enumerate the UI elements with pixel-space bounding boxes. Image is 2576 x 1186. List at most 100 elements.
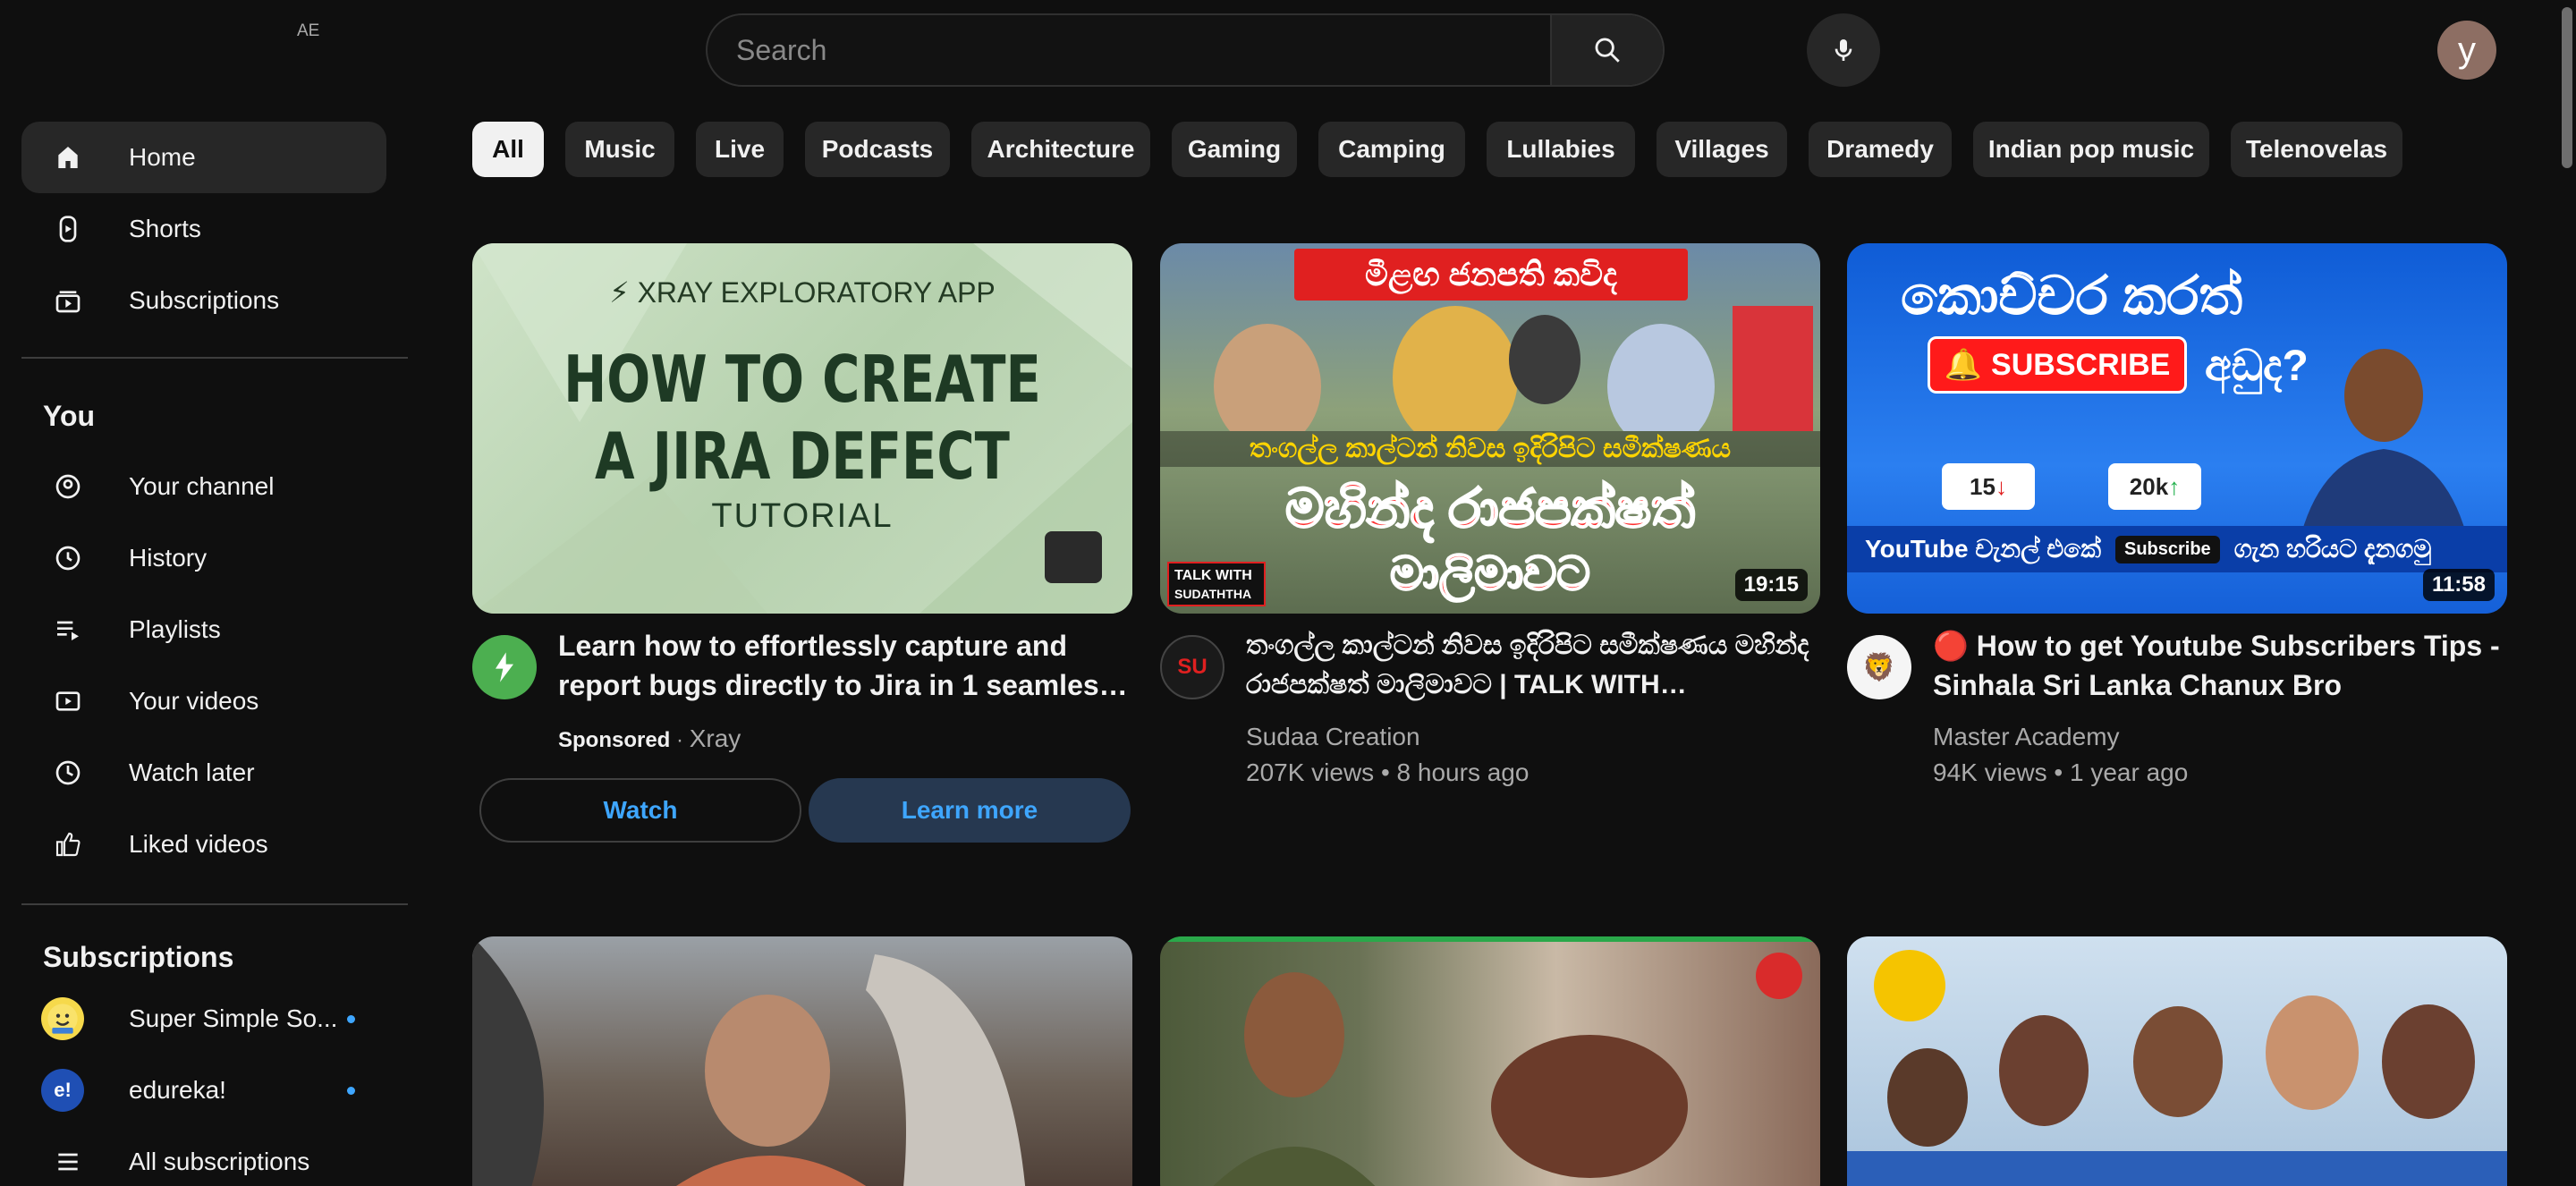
chip-architecture[interactable]: Architecture — [971, 122, 1150, 177]
channel-avatar[interactable]: SU — [1160, 635, 1224, 699]
sidebar-item-label: Playlists — [129, 615, 221, 643]
ad-overlay-icon — [1045, 531, 1102, 583]
video-thumbnail[interactable] — [1160, 936, 1820, 1186]
video-card[interactable]: මීළඟ ජනපති කවිද තංගල්ල කාල්ටන් නිවස ඉදිර… — [1160, 243, 1820, 798]
account-avatar-button[interactable]: y — [2437, 21, 2496, 80]
sidebar-item-liked-videos[interactable]: Liked videos — [21, 809, 386, 880]
subs-count: 15 — [1970, 472, 1996, 500]
sidebar-item-history[interactable]: History — [21, 522, 386, 594]
video-title[interactable]: තංගල්ල කාල්ටන් නිවස ඉදිරිපිට සමීක්ෂණය මහ… — [1246, 626, 1818, 705]
sidebar-item-all-subscriptions[interactable]: All subscriptions — [21, 1126, 386, 1186]
video-card-ad[interactable]: ⚡ XRAY EXPLORATORY APP HOW TO CREATE A J… — [472, 243, 1132, 851]
video-thumbnail[interactable] — [472, 936, 1132, 1186]
channel-avatar[interactable]: 🦁 — [1847, 635, 1911, 699]
sidebar-item-home[interactable]: Home — [21, 122, 386, 193]
sudaa-logo-icon: SU — [1177, 655, 1208, 679]
thumbnail-people-scene — [1214, 306, 1813, 431]
search-button[interactable] — [1550, 15, 1663, 85]
sidebar-divider — [21, 357, 408, 359]
talk-with-badge: TALK WITH SUDATHTHA — [1167, 562, 1266, 606]
thumbnail-headline: කොච්චර කරත් — [1901, 266, 2243, 326]
video-thumbnail[interactable]: මීළඟ ජනපති කවිද තංගල්ල කාල්ටන් නිවස ඉදිර… — [1160, 243, 1820, 614]
subscribe-graphic-text: SUBSCRIBE — [1991, 347, 2171, 382]
chip-camping[interactable]: Camping — [1318, 122, 1465, 177]
chip-lullabies[interactable]: Lullabies — [1487, 122, 1635, 177]
search-input[interactable] — [708, 15, 1550, 85]
country-code: AE — [297, 21, 320, 40]
lion-logo-icon: 🦁 — [1862, 652, 1896, 682]
sidebar-item-your-channel[interactable]: Your channel — [21, 451, 386, 522]
video-card[interactable]: කොච්චර කරත් 🔔 SUBSCRIBE අඩුද? 15 ↓ 20k ↑ Yo… — [1847, 243, 2507, 798]
playlists-icon — [57, 621, 79, 640]
voice-search-button[interactable] — [1807, 13, 1880, 87]
sidebar-item-label: Super Simple So... — [129, 1004, 338, 1032]
thumbnail-banner: මීළඟ ජනපති කවිද — [1294, 249, 1688, 301]
channel-name[interactable]: Sudaa Creation — [1246, 723, 1420, 751]
sidebar-item-shorts[interactable]: Shorts — [21, 193, 386, 265]
guide-sidebar: Home Shorts Subscriptions You Your chann… — [0, 100, 410, 1186]
sidebar-item-watch-later[interactable]: Watch later — [21, 737, 386, 809]
learn-more-button[interactable]: Learn more — [809, 778, 1131, 843]
sidebar-item-playlists[interactable]: Playlists — [21, 594, 386, 665]
search-icon — [1595, 38, 1620, 63]
chip-all[interactable]: All — [472, 122, 544, 177]
history-icon — [55, 546, 80, 571]
banner-text: ගැන හරියට දැනගමු — [2233, 534, 2432, 563]
chip-villages[interactable]: Villages — [1657, 122, 1787, 177]
thumbnail-brand: ⚡ XRAY EXPLORATORY APP — [609, 276, 996, 309]
chip-dramedy[interactable]: Dramedy — [1809, 122, 1952, 177]
banner-text: YouTube චැනල් එකේ — [1865, 534, 2101, 563]
smiley-logo-icon — [47, 1004, 78, 1034]
video-thumbnail[interactable] — [1847, 936, 2507, 1186]
sidebar-sub-super-simple-songs[interactable]: Super Simple So... — [21, 983, 386, 1055]
sidebar-sub-edureka[interactable]: e! edureka! — [21, 1055, 386, 1126]
page-scrollbar[interactable] — [2558, 0, 2576, 1186]
channel-avatar: e! — [41, 1069, 84, 1112]
thumbnail-news-scene — [1160, 936, 1820, 1186]
advertiser-name[interactable]: Xray — [690, 724, 741, 752]
chip-gaming[interactable]: Gaming — [1172, 122, 1297, 177]
sidebar-item-label: Liked videos — [129, 830, 268, 858]
badge-line: SUDATHTHA — [1174, 587, 1252, 601]
thumbnail-car-scene — [472, 936, 1026, 1186]
sidebar-item-label: edureka! — [129, 1076, 226, 1104]
sidebar-item-subscriptions[interactable]: Subscriptions — [21, 265, 386, 336]
channel-avatar — [41, 997, 84, 1040]
thumbnail-brand-text: XRAY EXPLORATORY APP — [637, 276, 996, 309]
sidebar-item-label: Shorts — [129, 215, 201, 242]
chip-live[interactable]: Live — [696, 122, 784, 177]
thumbnail-banner: YouTube චැනල් එකේ Subscribe ගැන හරියට දැ… — [1847, 526, 2507, 572]
sidebar-item-label: Your channel — [129, 472, 275, 500]
channel-avatar[interactable] — [472, 635, 537, 699]
video-thumbnail[interactable]: කොච්චර කරත් 🔔 SUBSCRIBE අඩුද? 15 ↓ 20k ↑ Yo… — [1847, 243, 2507, 614]
subscriptions-icon — [55, 291, 80, 313]
thumbnail-headline: මහින්ද රාජපක්ෂත් — [1284, 478, 1696, 539]
sidebar-item-label: Home — [129, 143, 196, 171]
channel-name[interactable]: Master Academy — [1933, 723, 2120, 751]
xray-logo-icon — [496, 652, 513, 682]
chip-podcasts[interactable]: Podcasts — [805, 122, 950, 177]
chip-telenovelas[interactable]: Telenovelas — [2231, 122, 2402, 177]
subs-down-badge: 15 ↓ — [1942, 463, 2035, 510]
home-icon — [58, 147, 78, 168]
sidebar-item-label: Watch later — [129, 758, 255, 786]
video-title[interactable]: 🔴 How to get Youtube Subscribers Tips - … — [1933, 626, 2505, 705]
sidebar-item-label: Your videos — [129, 687, 259, 715]
watch-later-icon — [55, 760, 80, 785]
scrollbar-thumb[interactable] — [2562, 7, 2572, 168]
chip-indian-pop-music[interactable]: Indian pop music — [1973, 122, 2209, 177]
sidebar-item-your-videos[interactable]: Your videos — [21, 665, 386, 737]
watch-button[interactable]: Watch — [479, 778, 801, 843]
your-videos-icon — [55, 691, 80, 711]
video-duration: 19:15 — [1734, 569, 1808, 601]
video-title[interactable]: Learn how to effortlessly capture and re… — [558, 626, 1131, 705]
thumbnail-group-scene — [1847, 950, 2507, 1186]
subs-count: 20k — [2129, 472, 2169, 500]
chip-music[interactable]: Music — [565, 122, 674, 177]
sponsored-label: Sponsored — [558, 728, 671, 752]
search-bar — [706, 13, 1665, 87]
sidebar-section-you[interactable]: You — [43, 400, 95, 433]
masthead: AE y — [0, 0, 2576, 100]
microphone-icon — [1835, 39, 1852, 61]
video-thumbnail[interactable]: ⚡ XRAY EXPLORATORY APP HOW TO CREATE A J… — [472, 243, 1132, 614]
